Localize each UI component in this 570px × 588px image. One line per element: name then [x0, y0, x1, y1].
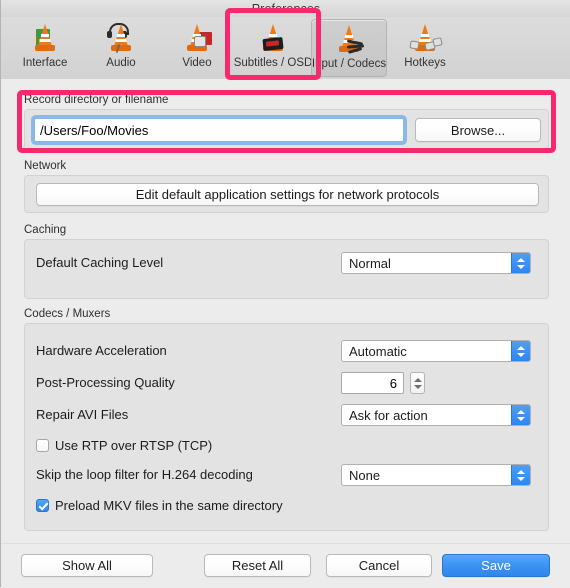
edit-network-protocols-button[interactable]: Edit default application settings for ne…	[36, 183, 539, 206]
caching-group: Caching Default Caching Level Normal	[24, 223, 549, 299]
default-caching-level-select[interactable]: Normal	[341, 252, 531, 274]
save-button[interactable]: Save	[442, 554, 550, 577]
record-path-input[interactable]: /Users/Foo/Movies	[34, 118, 404, 142]
toolbar-item-interface[interactable]: Interface	[7, 19, 83, 77]
codecs-muxers-group: Codecs / Muxers Hardware Acceleration Au…	[24, 307, 549, 531]
hardware-acceleration-select[interactable]: Automatic	[341, 340, 531, 362]
hardware-acceleration-value: Automatic	[349, 343, 407, 359]
hardware-acceleration-label: Hardware Acceleration	[36, 343, 167, 358]
stepper-down-icon[interactable]	[413, 384, 422, 389]
preload-mkv-checkbox-row[interactable]: Preload MKV files in the same directory	[36, 498, 283, 513]
preferences-content: Record directory or filename /Users/Foo/…	[1, 79, 570, 543]
caching-title: Caching	[24, 224, 67, 236]
chevron-updown-icon	[511, 465, 530, 485]
toolbar-item-audio[interactable]: Audio	[83, 19, 159, 77]
toolbar-item-video[interactable]: Video	[159, 19, 235, 77]
show-all-button[interactable]: Show All	[21, 554, 153, 577]
caching-panel: Default Caching Level Normal	[24, 239, 549, 299]
record-directory-title: Record directory or filename	[24, 94, 169, 106]
skip-loop-filter-select[interactable]: None	[341, 464, 531, 486]
cancel-button[interactable]: Cancel	[326, 554, 432, 577]
use-rtp-over-rtsp-checkbox-row[interactable]: Use RTP over RTSP (TCP)	[36, 438, 212, 453]
reset-all-button[interactable]: Reset All	[204, 554, 311, 577]
vlc-cone-subtitles-icon	[253, 22, 293, 56]
repair-avi-files-value: Ask for action	[349, 407, 428, 423]
window-titlebar: Preferences	[1, 0, 570, 18]
preferences-window: Preferences Interface Audio Video Subtit…	[0, 0, 570, 588]
default-caching-level-value: Normal	[349, 255, 391, 271]
chevron-updown-icon	[511, 405, 530, 425]
post-processing-quality-stepper[interactable]	[410, 372, 425, 394]
vlc-cone-video-icon	[177, 22, 217, 56]
network-panel: Edit default application settings for ne…	[24, 175, 549, 213]
post-processing-quality-input[interactable]: 6	[341, 372, 404, 394]
use-rtp-over-rtsp-checkbox[interactable]	[36, 439, 49, 452]
record-directory-group: Record directory or filename /Users/Foo/…	[24, 93, 549, 151]
vlc-cone-audio-icon	[101, 22, 141, 56]
toolbar-item-subtitles-osd[interactable]: Subtitles / OSD	[233, 19, 313, 77]
toolbar-item-label: Hotkeys	[404, 57, 446, 69]
network-title: Network	[24, 160, 67, 172]
network-group: Network Edit default application setting…	[24, 159, 549, 213]
toolbar-item-label: Interface	[22, 57, 68, 69]
preferences-toolbar: Interface Audio Video Subtitles / OSD In…	[1, 17, 570, 80]
record-directory-panel: /Users/Foo/Movies Browse...	[24, 109, 549, 151]
chevron-updown-icon	[511, 253, 530, 273]
stepper-up-icon[interactable]	[413, 377, 422, 382]
dialog-footer: Show All Reset All Cancel Save	[1, 543, 570, 588]
vlc-cone-hotkeys-icon	[405, 22, 445, 56]
toolbar-item-label: Subtitles / OSD	[233, 57, 313, 69]
codecs-muxers-title: Codecs / Muxers	[24, 308, 111, 320]
toolbar-item-label: Input / Codecs	[311, 58, 387, 70]
vlc-cone-interface-icon	[25, 22, 65, 56]
toolbar-item-label: Audio	[106, 57, 136, 69]
codecs-muxers-panel: Hardware Acceleration Automatic Post-Pro…	[24, 323, 549, 531]
toolbar-item-input-codecs[interactable]: Input / Codecs	[311, 19, 387, 77]
repair-avi-files-label: Repair AVI Files	[36, 407, 129, 422]
default-caching-level-label: Default Caching Level	[36, 255, 164, 270]
post-processing-quality-label: Post-Processing Quality	[36, 375, 175, 390]
chevron-updown-icon	[511, 341, 530, 361]
vlc-cone-input-codecs-icon	[329, 23, 369, 57]
window-title: Preferences	[251, 2, 321, 16]
browse-button[interactable]: Browse...	[415, 118, 541, 142]
use-rtp-over-rtsp-label: Use RTP over RTSP (TCP)	[55, 438, 213, 453]
repair-avi-files-select[interactable]: Ask for action	[341, 404, 531, 426]
skip-loop-filter-value: None	[349, 467, 381, 483]
toolbar-items: Interface Audio Video Subtitles / OSD In…	[7, 17, 463, 77]
skip-loop-filter-label: Skip the loop filter for H.264 decoding	[36, 467, 253, 482]
preload-mkv-checkbox[interactable]	[36, 499, 49, 512]
preload-mkv-label: Preload MKV files in the same directory	[55, 498, 283, 513]
toolbar-item-label: Video	[182, 57, 212, 69]
toolbar-item-hotkeys[interactable]: Hotkeys	[387, 19, 463, 77]
